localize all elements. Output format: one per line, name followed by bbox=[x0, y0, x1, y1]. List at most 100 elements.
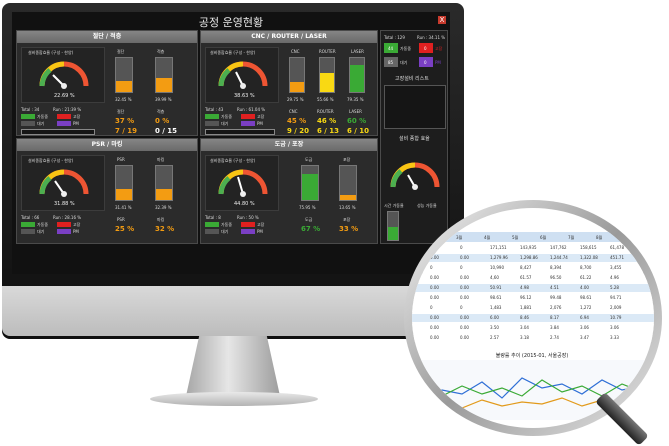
side-total: Total : 129 bbox=[384, 35, 405, 40]
status-idle-chip bbox=[205, 121, 219, 126]
run-rate: Run : 50 % bbox=[237, 215, 259, 220]
panel-title: 도금 / 포장 bbox=[201, 139, 377, 151]
bar-label: 포장 bbox=[343, 157, 351, 162]
run-rate: Run : 28.16 % bbox=[53, 215, 82, 220]
total-count: Total : 34 bbox=[21, 107, 40, 112]
status-pm-chip bbox=[57, 121, 71, 126]
total-oee-gauge bbox=[390, 162, 440, 190]
bar-marking bbox=[155, 165, 173, 201]
status-fault-chip bbox=[57, 114, 71, 119]
bar-value: 75.95 % bbox=[299, 205, 316, 210]
close-icon[interactable]: X bbox=[438, 16, 446, 24]
ratio-value: 7 / 19 bbox=[115, 127, 138, 135]
status-running-chip bbox=[21, 114, 35, 119]
time-availability-label: 시간 가동율 bbox=[384, 203, 404, 208]
count-label: 절단 bbox=[117, 109, 125, 114]
oee-gauge-box: 설비종합효율 (구성 - 한양) 31.88 % bbox=[21, 155, 105, 211]
count-label: PSR bbox=[117, 217, 125, 222]
dashboard-title: 공정 운영현황 bbox=[198, 16, 264, 29]
legend-pm: PM bbox=[257, 121, 263, 126]
legend-pm: PM bbox=[73, 229, 79, 234]
status-idle-chip bbox=[21, 229, 35, 234]
table-row: 0.00 0.00 1,279.96 1,298.86 1,244.74 1,322.08… bbox=[412, 254, 654, 262]
gauge-dial bbox=[39, 169, 89, 197]
message-box bbox=[21, 129, 95, 135]
bar-router bbox=[319, 57, 335, 93]
count-label: 적층 bbox=[157, 109, 165, 114]
legend-fault: 고장 bbox=[73, 222, 81, 227]
run-rate: Run : 21:39 % bbox=[53, 107, 82, 112]
legend-running: 가동중 bbox=[221, 222, 233, 227]
bar-label: PSR bbox=[117, 157, 125, 162]
status-running-chip bbox=[21, 222, 35, 227]
bar-value: 55.66 % bbox=[317, 97, 334, 102]
status-idle-chip bbox=[205, 229, 219, 234]
running-count-box: 44 bbox=[384, 43, 398, 53]
time-availability-bar bbox=[387, 211, 399, 241]
gauge-value: 44.80 % bbox=[234, 201, 255, 207]
legend-pm: PM bbox=[257, 229, 263, 234]
bar-psr bbox=[115, 165, 133, 201]
oee-title: 설비 종합 효율 bbox=[399, 136, 430, 142]
percent-value: 67 % bbox=[301, 225, 321, 233]
table-row: 0.00 0.00 2.57 3.18 2.74 3.47 3.33 bbox=[412, 334, 654, 342]
panel-title: PSR / 마킹 bbox=[17, 139, 197, 151]
run-rate: Run : 61.04 % bbox=[237, 107, 266, 112]
bar-label: 적층 bbox=[157, 49, 165, 54]
legend-fault: 고장 bbox=[257, 114, 265, 119]
panel-psr-marking: PSR / 마킹 설비종합효율 (구성 - 한양) 31.88 % PSR 마킹… bbox=[16, 138, 198, 244]
ratio-value: 0 / 15 bbox=[155, 127, 178, 135]
idle-label: 대기 bbox=[400, 60, 408, 65]
table-header-row: 7월 3월 4월 5월 6월 7월 8월 9월 bbox=[412, 232, 654, 242]
bar-value: 79.35 % bbox=[347, 97, 364, 102]
panel-plating-packing: 도금 / 포장 설비종합효율 (구성 - 한양) 44.80 % 도금 포장 7… bbox=[200, 138, 378, 244]
gauge-dial bbox=[39, 61, 89, 89]
oee-gauge-box: 설비종합효율 (구성 - 한양) 38.63 % bbox=[205, 47, 279, 103]
percent-value: 60 % bbox=[347, 117, 367, 125]
gauge-value: 22.69 % bbox=[54, 93, 75, 99]
panel-title: CNC / ROUTER / LASER bbox=[201, 31, 377, 43]
legend-fault: 고장 bbox=[73, 114, 81, 119]
table-row: 0.00 0.00 6.00 8.46 8.17 6.94 10.79 bbox=[412, 314, 654, 322]
running-label: 가동중 bbox=[400, 46, 412, 51]
bar-label: 마킹 bbox=[157, 157, 165, 162]
oee-gauge-box: 설비종합효율 (구성 - 한양) 22.69 % bbox=[21, 47, 105, 103]
ratio-value: 6 / 13 bbox=[317, 127, 340, 135]
percent-value: 0 % bbox=[155, 117, 170, 125]
pm-count-box: 0 bbox=[419, 57, 433, 67]
legend-fault: 고장 bbox=[257, 222, 265, 227]
status-pm-chip bbox=[241, 229, 255, 234]
bar-label: 절단 bbox=[117, 49, 125, 54]
percent-value: 37 % bbox=[115, 117, 135, 125]
count-label: CNC bbox=[289, 109, 298, 114]
pm-label: PM bbox=[435, 60, 441, 65]
bar-value: 32.45 % bbox=[115, 97, 132, 102]
gauge-dial bbox=[218, 61, 268, 89]
status-idle-chip bbox=[21, 121, 35, 126]
gauge-dial bbox=[218, 169, 268, 197]
bar-plating bbox=[301, 165, 319, 201]
table-row: 0.00 0.00 98.61 96.12 99.48 98.61 94.71 bbox=[412, 294, 654, 302]
ratio-value: 9 / 20 bbox=[287, 127, 310, 135]
fault-list[interactable] bbox=[384, 85, 446, 129]
fault-count-box: 0 bbox=[419, 43, 433, 53]
percent-value: 33 % bbox=[339, 225, 359, 233]
gauge-value: 31.88 % bbox=[54, 201, 75, 207]
monitor-stand-base bbox=[150, 392, 318, 406]
total-count: Total : 8 bbox=[205, 215, 221, 220]
status-fault-chip bbox=[241, 222, 255, 227]
count-label: ROUTER bbox=[317, 109, 334, 114]
status-fault-chip bbox=[241, 114, 255, 119]
idle-count-box: 85 bbox=[384, 57, 398, 67]
percent-value: 25 % bbox=[115, 225, 135, 233]
panel-cutting-lamination: 절단 / 적층 설비종합효율 (구성 - 한양) 22.69 % 절단 적층 3… bbox=[16, 30, 198, 136]
percent-value: 32 % bbox=[155, 225, 175, 233]
report-table: 0 0 171,151 143,935 147,762 158,615 61,478 0.00… bbox=[412, 244, 654, 344]
bar-label: CNC bbox=[291, 49, 300, 54]
bar-label: 도금 bbox=[305, 157, 313, 162]
bar-lamination bbox=[155, 57, 173, 93]
total-count: Total : 43 bbox=[205, 107, 224, 112]
count-label: LASER bbox=[349, 109, 362, 114]
table-row: 0 0 171,151 143,935 147,762 158,615 61,478 bbox=[412, 244, 654, 252]
bar-value: 29.75 % bbox=[287, 97, 304, 102]
